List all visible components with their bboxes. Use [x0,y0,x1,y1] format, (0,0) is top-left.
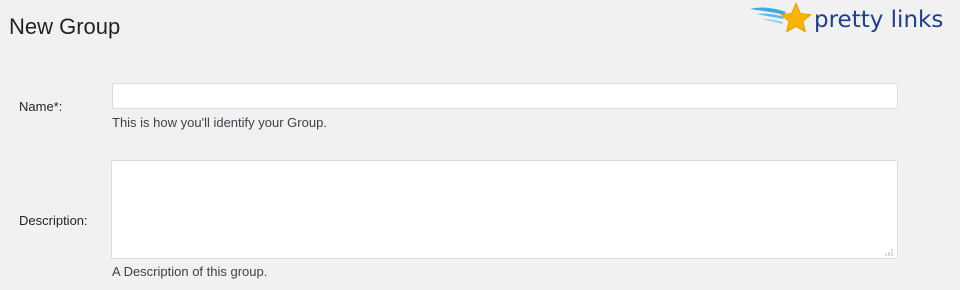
star-with-wings-icon [750,1,812,33]
page-title: New Group [9,14,121,39]
name-label: Name*: [19,99,63,114]
resize-handle-icon[interactable] [884,248,894,256]
description-label: Description: [19,213,88,228]
pretty-links-logo: pretty links [748,0,953,40]
logo-text: pretty links [814,6,944,33]
description-textarea[interactable] [111,160,898,259]
name-hint: This is how you'll identify your Group. [112,115,327,130]
new-group-page: New Group pretty links Name*: This is ho… [0,0,960,290]
name-field[interactable] [112,83,898,109]
description-hint: A Description of this group. [112,264,268,279]
